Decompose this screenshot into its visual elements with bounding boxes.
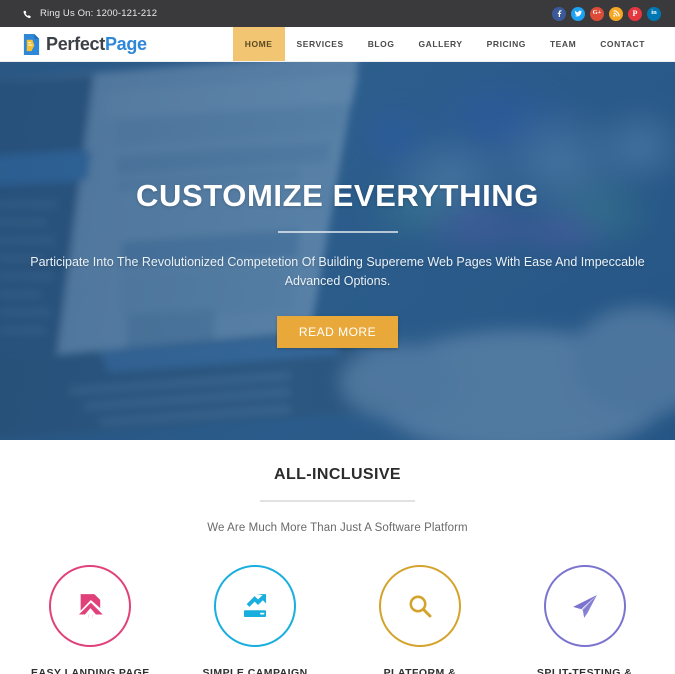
feature-icon-circle [543,565,626,647]
contact-block: Ring Us On: 1200-121-212 [22,8,157,19]
section-divider [260,500,415,502]
feature-list: EASY LANDING PAGE SIMPLE CAMPAIGN PLATFO… [0,565,675,674]
feature-label: EASY LANDING PAGE [31,667,150,674]
facebook-icon[interactable] [552,6,566,21]
logo-text: PerfectPage [46,34,147,55]
section-subtitle: We Are Much More Than Just A Software Pl… [207,522,468,534]
hero-banner: CUSTOMIZE EVERYTHING Participate Into Th… [0,62,675,440]
feature-icon-circle [378,565,461,647]
twitter-icon[interactable] [571,6,585,21]
nav-item-services[interactable]: SERVICES [285,27,356,61]
google-plus-icon[interactable]: G+ [590,6,604,21]
phone-icon [22,8,33,19]
read-more-button[interactable]: READ MORE [276,315,399,348]
feature-item-easy-landing-page[interactable]: EASY LANDING PAGE [8,565,173,674]
hero-title: CUSTOMIZE EVERYTHING [136,178,539,213]
logo-text-second: Page [104,33,147,54]
top-bar: Ring Us On: 1200-121-212 G+ P in [0,0,675,27]
features-section: ALL-INCLUSIVE We Are Much More Than Just… [0,440,675,674]
nav-item-contact[interactable]: CONTACT [588,27,657,61]
logo[interactable]: PerfectPage [0,27,147,61]
feature-label: PLATFORM & [383,667,457,674]
phone-text: Ring Us On: 1200-121-212 [40,8,158,19]
site-header: PerfectPage HOME SERVICES BLOG GALLERY P… [0,27,675,62]
feature-item-simple-campaign[interactable]: SIMPLE CAMPAIGN [173,565,338,674]
document-logo-icon [22,33,41,55]
hero-content: CUSTOMIZE EVERYTHING Participate Into Th… [0,62,675,440]
feature-label: SIMPLE CAMPAIGN [202,667,308,674]
logo-text-first: Perfect [46,33,105,54]
rss-icon[interactable] [609,6,623,21]
nav-item-pricing[interactable]: PRICING [475,27,538,61]
section-title: ALL-INCLUSIVE [274,466,401,483]
feature-icon-circle [214,565,297,647]
nav-item-gallery[interactable]: GALLERY [407,27,475,61]
nav-item-home[interactable]: HOME [232,27,285,61]
nav-item-blog[interactable]: BLOG [356,27,407,61]
hero-subtitle: Participate Into The Revolutionized Comp… [30,255,645,289]
hero-divider [277,231,398,233]
document-upload-icon [73,589,107,623]
pinterest-icon[interactable]: P [628,6,642,21]
main-nav: HOME SERVICES BLOG GALLERY PRICING TEAM … [232,27,675,61]
growth-arrow-icon [238,589,272,623]
feature-label: SPLIT-TESTING & [536,667,633,674]
feature-item-split-testing[interactable]: SPLIT-TESTING & [502,565,667,674]
feature-icon-circle [49,565,132,647]
linkedin-icon[interactable]: in [647,6,661,21]
nav-item-team[interactable]: TEAM [538,27,588,61]
paper-plane-icon [568,589,602,623]
magnifier-icon [404,590,436,622]
social-links: G+ P in [552,6,661,21]
feature-item-platform[interactable]: PLATFORM & [338,565,503,674]
